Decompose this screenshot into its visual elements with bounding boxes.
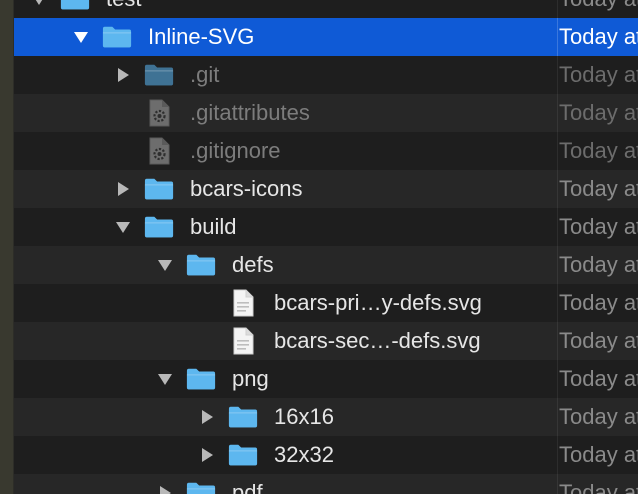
date-modified: Today at: [559, 0, 638, 18]
disclosure-expanded-icon[interactable]: [114, 208, 132, 246]
date-modified: Today at: [559, 290, 638, 315]
folder-icon: [102, 18, 132, 56]
folder-icon: [228, 398, 258, 436]
date-modified: Today at: [559, 138, 638, 163]
column-separator: [557, 170, 558, 208]
disclosure-collapsed-icon[interactable]: [198, 398, 216, 436]
folder-icon: [60, 0, 90, 18]
document-icon: [228, 284, 258, 322]
file-name: Inline-SVG: [148, 24, 255, 49]
date-modified: Today at: [559, 176, 638, 201]
column-separator: [557, 322, 558, 360]
file-row[interactable]: 32x32 Today at: [14, 436, 638, 474]
column-separator: [557, 284, 558, 322]
date-modified: Today at: [559, 366, 638, 391]
column-separator: [557, 56, 558, 94]
disclosure-collapsed-icon[interactable]: [114, 56, 132, 94]
file-name: bcars-pri…y-defs.svg: [274, 290, 482, 315]
disclosure-expanded-icon[interactable]: [72, 18, 90, 56]
column-separator: [557, 246, 558, 284]
disclosure-expanded-icon[interactable]: [30, 0, 48, 18]
file-row[interactable]: test Today at: [14, 0, 638, 18]
column-separator: [557, 132, 558, 170]
column-separator: [557, 94, 558, 132]
file-name: .git: [190, 62, 220, 87]
document-icon: [228, 322, 258, 360]
folder-icon: [186, 246, 216, 284]
file-row[interactable]: bcars-pri…y-defs.svg Today at: [14, 284, 638, 322]
disclosure-collapsed-icon[interactable]: [198, 436, 216, 474]
folder-icon: [228, 436, 258, 474]
file-name: 32x32: [274, 442, 334, 467]
file-name: pdf: [232, 480, 263, 494]
file-row[interactable]: bcars-icons Today at: [14, 170, 638, 208]
date-modified: Today at: [559, 404, 638, 429]
date-modified: Today at: [559, 24, 638, 49]
column-separator: [557, 436, 558, 474]
file-name: defs: [232, 252, 274, 277]
file-name: test: [106, 0, 141, 18]
disclosure-expanded-icon[interactable]: [156, 360, 174, 398]
folder-icon: [186, 474, 216, 494]
file-name: .gitattributes: [190, 100, 310, 125]
file-row[interactable]: png Today at: [14, 360, 638, 398]
date-modified: Today at: [559, 442, 638, 467]
date-modified: Today at: [559, 480, 638, 494]
folder-icon: [144, 170, 174, 208]
date-modified: Today at: [559, 214, 638, 239]
date-modified: Today at: [559, 100, 638, 125]
file-name: 16x16: [274, 404, 334, 429]
column-separator: [557, 0, 558, 18]
file-name: bcars-icons: [190, 176, 303, 201]
settings-file-icon: [144, 94, 174, 132]
folder-icon: [186, 360, 216, 398]
date-modified: Today at: [559, 252, 638, 277]
column-separator: [557, 474, 558, 494]
date-modified: Today at: [559, 62, 638, 87]
column-separator: [557, 398, 558, 436]
file-row[interactable]: pdf Today at: [14, 474, 638, 494]
file-name: bcars-sec…-defs.svg: [274, 328, 481, 353]
file-row[interactable]: 16x16 Today at: [14, 398, 638, 436]
file-row[interactable]: .gitattributes Today at: [14, 94, 638, 132]
file-name: build: [190, 214, 237, 239]
disclosure-expanded-icon[interactable]: [156, 246, 174, 284]
disclosure-collapsed-icon[interactable]: [156, 474, 174, 494]
file-row[interactable]: build Today at: [14, 208, 638, 246]
column-separator: [557, 208, 558, 246]
file-name: png: [232, 366, 269, 391]
file-name: .gitignore: [190, 138, 281, 163]
date-modified: Today at: [559, 328, 638, 353]
settings-file-icon: [144, 132, 174, 170]
folder-icon: [144, 208, 174, 246]
file-row[interactable]: Inline-SVG Today at: [14, 18, 638, 56]
file-row[interactable]: defs Today at: [14, 246, 638, 284]
folder-icon: [144, 56, 174, 94]
column-separator: [557, 18, 558, 56]
file-row[interactable]: .git Today at: [14, 56, 638, 94]
file-row[interactable]: .gitignore Today at: [14, 132, 638, 170]
finder-list-view: test Today at Inline-SVG Today at .git Today …: [0, 0, 638, 494]
file-row[interactable]: bcars-sec…-defs.svg Today at: [14, 322, 638, 360]
column-separator: [557, 360, 558, 398]
sidebar-edge: [0, 0, 14, 494]
disclosure-collapsed-icon[interactable]: [114, 170, 132, 208]
